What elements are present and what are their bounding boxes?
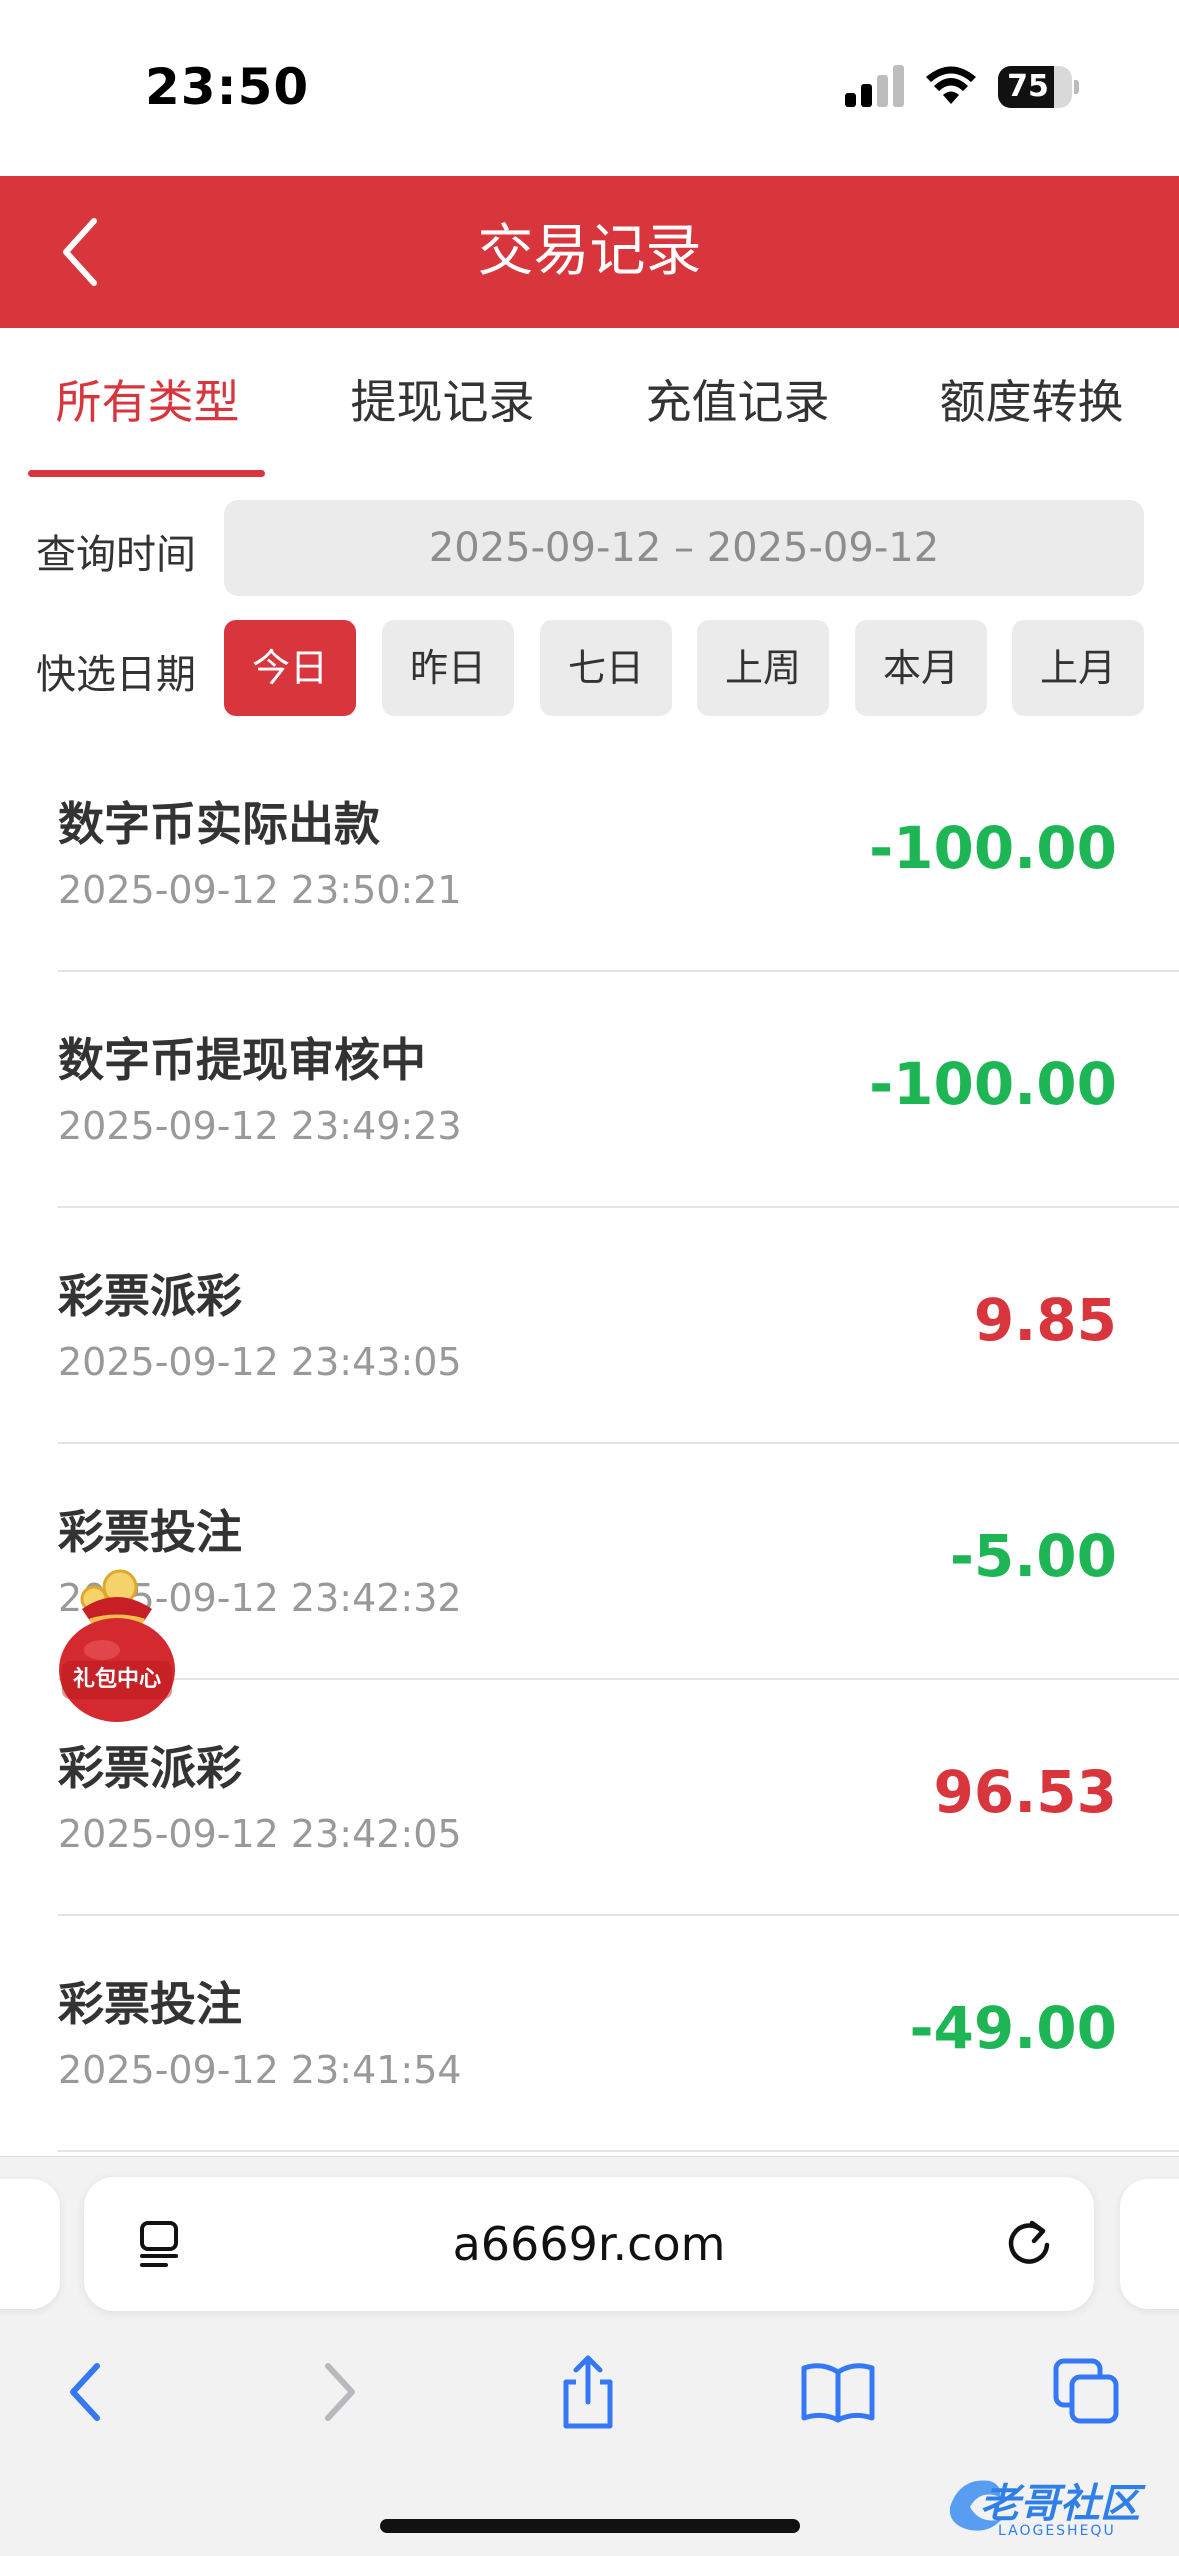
address-bar[interactable]: a6669r.com xyxy=(84,2177,1094,2311)
previous-tab-preview[interactable] xyxy=(0,2179,60,2309)
list-item[interactable]: 数字币提现审核中 2025-09-12 23:49:23 -100.00 xyxy=(0,972,1179,1208)
list-item[interactable]: 数字币实际出款 2025-09-12 23:50:21 -100.00 xyxy=(0,736,1179,972)
record-amount: -49.00 xyxy=(909,1994,1117,2062)
tabs-button[interactable] xyxy=(1042,2347,1132,2437)
record-amount: -100.00 xyxy=(869,814,1117,882)
divider xyxy=(58,2150,1179,2152)
battery-icon: 75 xyxy=(998,66,1079,108)
reload-icon[interactable] xyxy=(1002,2217,1056,2271)
gift-center-button[interactable]: 礼包中心 xyxy=(52,1565,182,1725)
record-amount: 9.85 xyxy=(973,1286,1117,1354)
bookmarks-button[interactable] xyxy=(793,2347,883,2437)
quick-date-today[interactable]: 今日 xyxy=(224,620,356,716)
record-time: 2025-09-12 23:49:23 xyxy=(58,1104,462,1148)
wifi-icon xyxy=(926,66,976,104)
app-header: 交易记录 xyxy=(0,176,1179,328)
record-title: 彩票派彩 xyxy=(58,1741,242,1795)
tab-deposit-records[interactable]: 充值记录 xyxy=(590,328,885,478)
date-range-picker[interactable]: 2025-09-12 – 2025-09-12 xyxy=(224,500,1144,596)
battery-percent: 75 xyxy=(1007,69,1049,104)
browser-forward-button[interactable] xyxy=(295,2347,385,2437)
record-amount: 96.53 xyxy=(933,1758,1117,1826)
record-title: 彩票投注 xyxy=(58,1505,242,1559)
record-amount: -100.00 xyxy=(869,1050,1117,1118)
quick-date-yesterday[interactable]: 昨日 xyxy=(382,620,514,716)
quick-select-label: 快选日期 xyxy=(36,652,196,698)
record-time: 2025-09-12 23:43:05 xyxy=(58,1340,462,1384)
quick-date-last-week[interactable]: 上周 xyxy=(697,620,829,716)
chevron-right-icon xyxy=(325,2363,355,2421)
tab-credit-transfer[interactable]: 额度转换 xyxy=(884,328,1179,478)
gift-bag-icon xyxy=(59,1569,175,1722)
community-watermark: 老哥社区 LAOGESHEQU xyxy=(940,2467,1170,2547)
record-title: 数字币实际出款 xyxy=(58,797,380,851)
record-title: 彩票投注 xyxy=(58,1977,242,2031)
record-time: 2025-09-12 23:41:54 xyxy=(58,2048,462,2092)
share-button[interactable] xyxy=(543,2347,633,2437)
watermark-title: 老哥社区 xyxy=(980,2481,1140,2527)
record-amount: -5.00 xyxy=(949,1522,1117,1590)
query-time-label: 查询时间 xyxy=(36,532,196,578)
home-indicator xyxy=(380,2519,800,2533)
quick-date-last-month[interactable]: 上月 xyxy=(1012,620,1144,716)
watermark-subtext: LAOGESHEQU xyxy=(998,2523,1116,2539)
tab-withdraw-records[interactable]: 提现记录 xyxy=(295,328,590,478)
book-icon xyxy=(801,2363,875,2423)
browser-back-button[interactable] xyxy=(40,2347,130,2437)
type-tabs: 所有类型 提现记录 充值记录 额度转换 xyxy=(0,328,1179,478)
list-item[interactable]: 彩票派彩 2025-09-12 23:43:05 9.85 xyxy=(0,1208,1179,1444)
quick-date-seven-days[interactable]: 七日 xyxy=(540,620,672,716)
tab-all-types[interactable]: 所有类型 xyxy=(0,328,295,478)
status-time: 23:50 xyxy=(145,58,310,116)
status-bar: 23:50 75 xyxy=(0,0,1179,176)
share-icon xyxy=(563,2355,613,2429)
record-time: 2025-09-12 23:50:21 xyxy=(58,868,462,912)
url-text: a6669r.com xyxy=(452,2217,726,2271)
browser-toolbar: a6669r.com 老哥社区 LAOGESHEQU xyxy=(0,2156,1179,2556)
cellular-signal-icon xyxy=(845,65,904,107)
quick-date-this-month[interactable]: 本月 xyxy=(855,620,987,716)
gift-center-label: 礼包中心 xyxy=(72,1667,161,1692)
chevron-left-icon xyxy=(70,2363,100,2421)
tabs-icon xyxy=(1053,2358,1119,2424)
record-title: 彩票派彩 xyxy=(58,1269,242,1323)
record-title: 数字币提现审核中 xyxy=(58,1033,426,1087)
active-tab-indicator xyxy=(28,470,265,477)
list-item[interactable]: 彩票投注 2025-09-12 23:41:54 -49.00 xyxy=(0,1916,1179,2152)
record-time: 2025-09-12 23:42:05 xyxy=(58,1812,462,1856)
page-title: 交易记录 xyxy=(477,219,702,284)
next-tab-preview[interactable] xyxy=(1120,2179,1179,2309)
